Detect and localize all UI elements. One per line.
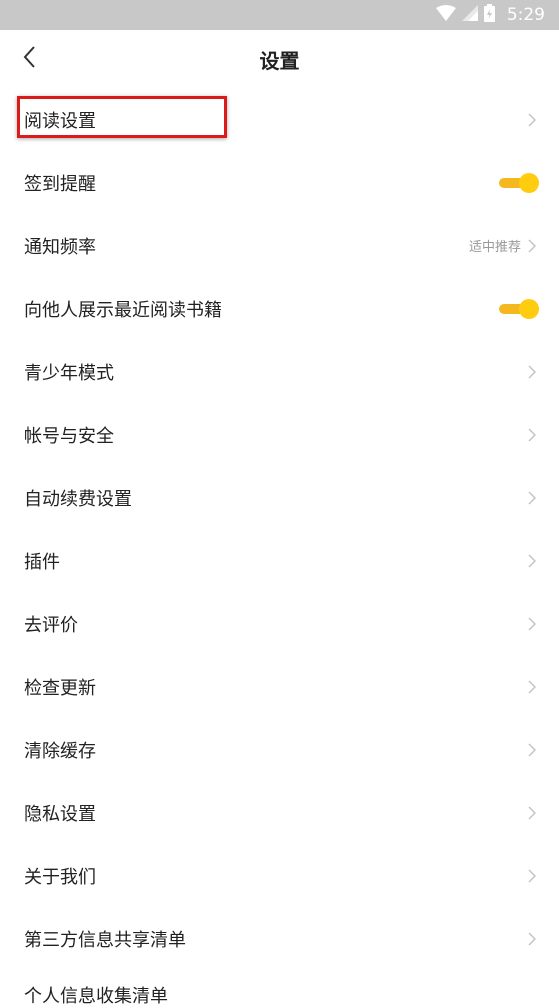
settings-item-label: 签到提醒	[24, 173, 96, 195]
chevron-right-icon	[525, 112, 539, 128]
settings-item-checkin-reminder: 签到提醒	[0, 151, 559, 214]
settings-item-right	[525, 742, 539, 758]
show-recent-books-toggle[interactable]	[499, 298, 539, 319]
settings-item-personal-info-collection[interactable]: 个人信息收集清单	[24, 982, 168, 1008]
settings-item-right	[525, 427, 539, 443]
header: 设置	[0, 30, 559, 88]
settings-item-label: 插件	[24, 551, 60, 573]
settings-item-label: 帐号与安全	[24, 425, 114, 447]
chevron-right-icon	[525, 490, 539, 506]
settings-item-right	[525, 868, 539, 884]
toggle-knob	[519, 298, 539, 319]
settings-item-account-security[interactable]: 帐号与安全	[0, 403, 559, 466]
settings-item-check-update[interactable]: 检查更新	[0, 655, 559, 718]
status-bar: 5:29	[0, 0, 559, 30]
checkin-reminder-toggle[interactable]	[499, 172, 539, 193]
page-title: 设置	[259, 48, 300, 73]
signal-icon	[461, 5, 478, 25]
settings-item-right	[525, 805, 539, 821]
settings-item-label: 去评价	[24, 614, 78, 636]
settings-item-label: 关于我们	[24, 866, 96, 888]
settings-item-plugins[interactable]: 插件	[0, 529, 559, 592]
settings-item-label: 阅读设置	[24, 110, 96, 132]
chevron-right-icon	[525, 679, 539, 695]
settings-item-right	[525, 616, 539, 632]
notification-frequency-value: 适中推荐	[468, 240, 521, 255]
settings-item-right	[525, 679, 539, 695]
chevron-right-icon	[525, 427, 539, 443]
status-time: 5:29	[506, 5, 545, 25]
settings-item-third-party-sharing[interactable]: 第三方信息共享清单	[0, 907, 559, 970]
settings-item-right	[525, 490, 539, 506]
chevron-right-icon	[525, 364, 539, 380]
settings-item-right	[525, 553, 539, 569]
chevron-right-icon	[525, 868, 539, 884]
settings-item-about-us[interactable]: 关于我们	[0, 844, 559, 907]
settings-item-label: 检查更新	[24, 677, 96, 699]
back-arrow-icon	[22, 45, 36, 73]
settings-list: 阅读设置 签到提醒 通知频率 适中推荐 向他人展示最近阅读书籍 青少年模式 帐号…	[0, 88, 559, 970]
settings-item-rate-app[interactable]: 去评价	[0, 592, 559, 655]
battery-icon	[483, 4, 495, 26]
settings-item-label: 隐私设置	[24, 803, 96, 825]
chevron-right-icon	[525, 616, 539, 632]
settings-item-show-recent-books: 向他人展示最近阅读书籍	[0, 277, 559, 340]
chevron-right-icon	[525, 553, 539, 569]
status-icons: 5:29	[435, 4, 545, 26]
settings-item-label: 向他人展示最近阅读书籍	[24, 299, 222, 321]
settings-item-right	[525, 112, 539, 128]
chevron-right-icon	[525, 742, 539, 758]
settings-item-notification-frequency[interactable]: 通知频率 适中推荐	[0, 214, 559, 277]
settings-item-right	[525, 364, 539, 380]
toggle-knob	[519, 172, 539, 193]
chevron-right-icon	[525, 931, 539, 947]
settings-item-label: 通知频率	[24, 236, 96, 258]
settings-item-label: 自动续费设置	[24, 488, 132, 510]
settings-item-privacy[interactable]: 隐私设置	[0, 781, 559, 844]
settings-item-clear-cache[interactable]: 清除缓存	[0, 718, 559, 781]
settings-item-label: 第三方信息共享清单	[24, 929, 186, 951]
settings-item-auto-renewal[interactable]: 自动续费设置	[0, 466, 559, 529]
settings-item-label: 青少年模式	[24, 362, 114, 384]
settings-item-teen-mode[interactable]: 青少年模式	[0, 340, 559, 403]
settings-item-label: 清除缓存	[24, 740, 96, 762]
settings-item-right	[525, 931, 539, 947]
chevron-right-icon	[525, 805, 539, 821]
back-button[interactable]	[14, 44, 44, 74]
chevron-right-icon	[525, 238, 539, 254]
wifi-icon	[435, 5, 456, 25]
settings-item-reading[interactable]: 阅读设置	[0, 88, 559, 151]
settings-item-right: 适中推荐	[469, 236, 539, 255]
